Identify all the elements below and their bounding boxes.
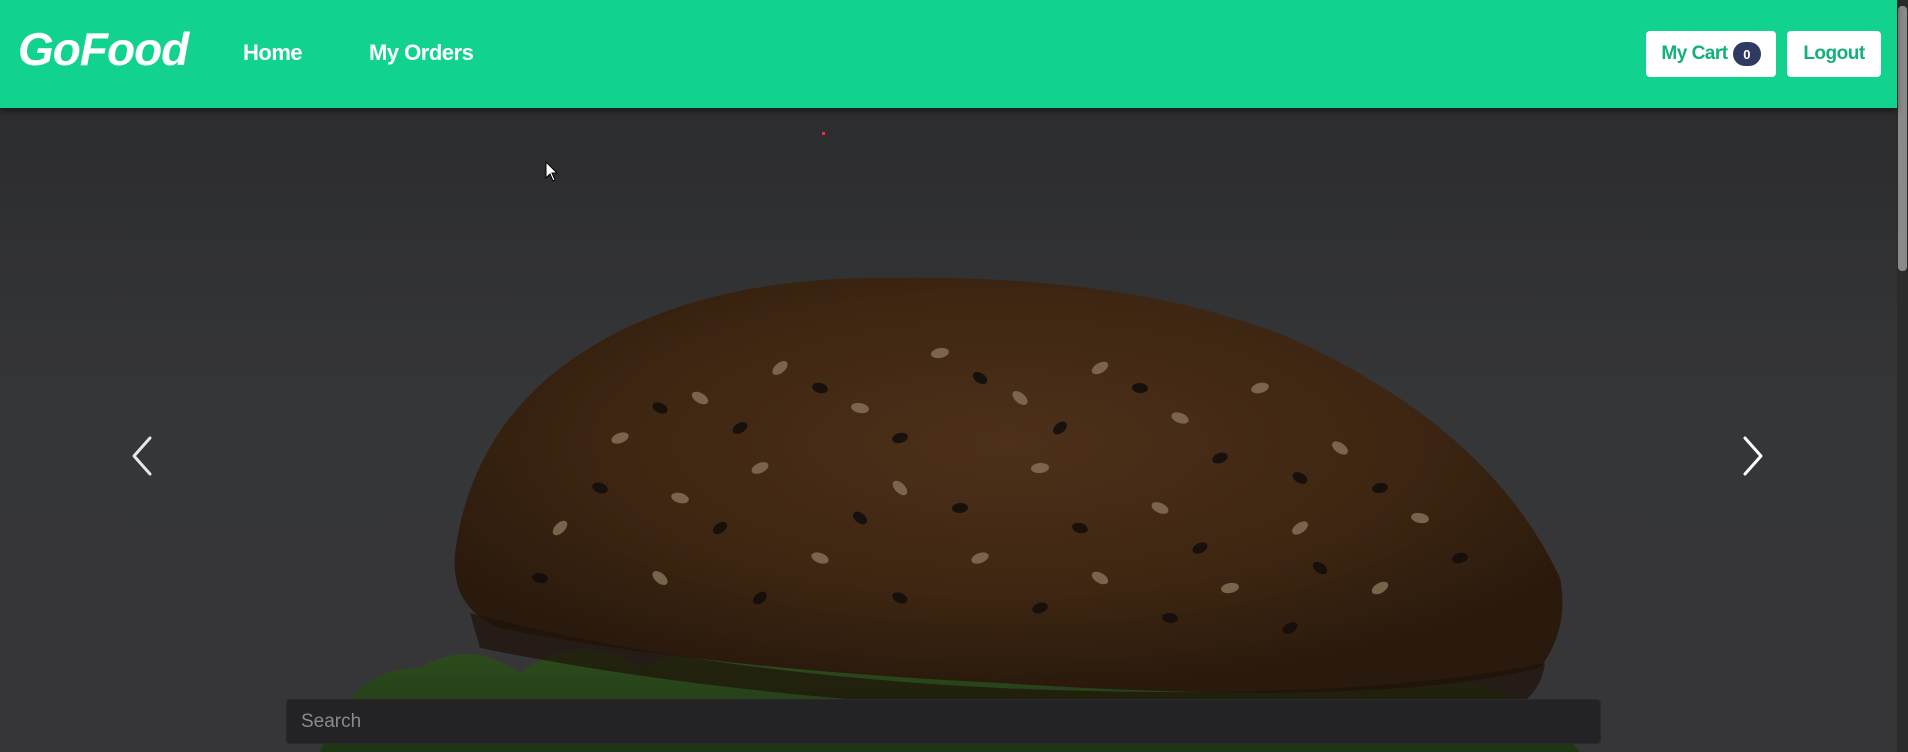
burger-slide-image [0, 108, 1897, 752]
nav-my-orders-link[interactable]: My Orders [369, 40, 474, 66]
navbar: GoFood Home My Orders My Cart 0 Logout [0, 0, 1897, 108]
mouse-pointer-icon [545, 161, 559, 182]
scrollbar-thumb[interactable] [1898, 6, 1907, 271]
vertical-scrollbar[interactable] [1897, 0, 1908, 752]
red-dot-marker [822, 132, 825, 135]
my-cart-label: My Cart [1661, 43, 1728, 64]
brand-logo[interactable]: GoFood [18, 22, 189, 76]
chevron-right-icon[interactable] [1735, 428, 1771, 484]
hero-carousel [0, 108, 1897, 752]
my-cart-button[interactable]: My Cart 0 [1646, 31, 1776, 77]
logout-button[interactable]: Logout [1787, 31, 1881, 77]
search-input[interactable] [286, 699, 1601, 744]
nav-home-link[interactable]: Home [243, 40, 303, 66]
cart-count-badge: 0 [1732, 42, 1761, 66]
chevron-left-icon[interactable] [124, 428, 160, 484]
